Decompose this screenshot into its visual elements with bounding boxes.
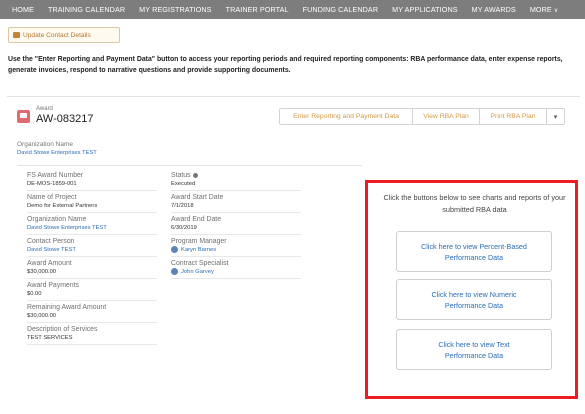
field-value: Executed (171, 181, 196, 187)
organization-link[interactable]: David Stowe Enterprises TEST (17, 149, 97, 158)
field-label: Description of Services (27, 326, 98, 333)
view-text-performance-button[interactable]: Click here to view Text Performance Data (396, 329, 552, 370)
field-value: DE-MOS-1859-001 (27, 181, 77, 187)
description-of-services-field: Description of Services TEST SERVICES (27, 325, 157, 345)
remaining-award-amount-field: Remaining Award Amount $30,000.00 (27, 303, 157, 323)
field-value: TEST SERVICES (27, 335, 73, 341)
rba-panel-description: Click the buttons below to see charts an… (383, 193, 566, 214)
view-numeric-performance-button[interactable]: Click here to view Numeric Performance D… (396, 279, 552, 320)
organization-label: Organization Name (17, 141, 73, 148)
award-details-section: FS Award Number DE-MOS-1859-001 Name of … (17, 165, 362, 414)
fs-award-number-field: FS Award Number DE-MOS-1859-001 (27, 171, 157, 191)
contract-specialist-field: Contract Specialist John Garvey (171, 259, 301, 280)
program-manager-link[interactable]: Karyn Barnes (181, 247, 216, 253)
instructions-text: Use the "Enter Reporting and Payment Dat… (8, 56, 563, 74)
contract-specialist-link[interactable]: John Garvey (181, 269, 214, 275)
rba-data-panel: Click the buttons below to see charts an… (365, 180, 578, 399)
avatar (171, 246, 178, 253)
update-contact-details-label: Update Contact Details (23, 31, 91, 39)
nav-more-menu[interactable]: MORE ∨ (530, 5, 558, 14)
top-nav-bar: HOME TRAINING CALENDAR MY REGISTRATIONS … (0, 0, 585, 19)
enter-reporting-button[interactable]: Enter Reporting and Payment Data (279, 108, 413, 125)
field-label: Remaining Award Amount (27, 304, 107, 311)
avatar (171, 268, 178, 275)
award-type-label: Award (36, 106, 53, 112)
nav-more-label: MORE (529, 5, 552, 14)
field-label: Award Start Date (171, 194, 224, 201)
program-manager-field: Program Manager Karyn Barnes (171, 237, 301, 258)
status-label-row: Status (171, 171, 301, 180)
more-actions-dropdown-icon[interactable]: ▾ (547, 108, 565, 125)
award-payments-field: Award Payments $0.00 (27, 281, 157, 301)
field-label: FS Award Number (27, 172, 84, 179)
chevron-down-icon: ∨ (553, 8, 559, 14)
contact-person-link[interactable]: David Stowe TEST (27, 246, 157, 255)
organization-name-link[interactable]: David Stowe Enterprises TEST (27, 224, 157, 233)
update-contact-details-button[interactable]: Update Contact Details (8, 27, 120, 43)
field-label: Organization Name (27, 216, 87, 223)
award-action-buttons: Enter Reporting and Payment Data View RB… (279, 108, 565, 125)
nav-my-registrations[interactable]: MY REGISTRATIONS (139, 5, 211, 14)
award-number: AW-083217 (36, 113, 94, 125)
field-label: Program Manager (171, 238, 227, 245)
field-label: Name of Project (27, 194, 77, 201)
name-of-project-field: Name of Project Demo for External Partne… (27, 193, 157, 213)
field-value: 6/30/2019 (171, 225, 197, 231)
award-start-date-field: Award Start Date 7/1/2018 (171, 193, 301, 213)
contact-person-field: Contact Person David Stowe TEST (27, 237, 157, 257)
contract-specialist-row: John Garvey (171, 268, 301, 277)
program-manager-row: Karyn Barnes (171, 246, 301, 255)
field-label: Contact Person (27, 238, 75, 245)
field-label: Award Amount (27, 260, 72, 267)
status-field: Status Executed (171, 171, 301, 191)
field-value: $30,000.00 (27, 269, 57, 275)
field-value: $30,000.00 (27, 313, 57, 319)
view-rba-plan-button[interactable]: View RBA Plan (413, 108, 480, 125)
award-header: Award AW-083217 Enter Reporting and Paym… (7, 96, 580, 136)
field-value: $0.00 (27, 291, 42, 297)
nav-home[interactable]: HOME (12, 5, 34, 14)
award-amount-field: Award Amount $30,000.00 (27, 259, 157, 279)
nav-trainer-portal[interactable]: TRAINER PORTAL (226, 5, 289, 14)
nav-training-calendar[interactable]: TRAINING CALENDAR (48, 5, 125, 14)
print-rba-plan-button[interactable]: Print RBA Plan (480, 108, 547, 125)
field-label: Status (171, 172, 191, 179)
field-value: Demo for External Partners (27, 203, 98, 209)
award-end-date-field: Award End Date 6/30/2019 (171, 215, 301, 235)
nav-my-applications[interactable]: MY APPLICATIONS (392, 5, 458, 14)
nav-my-awards[interactable]: MY AWARDS (472, 5, 516, 14)
field-value: 7/1/2018 (171, 203, 194, 209)
organization-name-field: Organization Name David Stowe Enterprise… (27, 215, 157, 235)
contact-card-icon (13, 32, 20, 38)
view-percent-based-performance-button[interactable]: Click here to view Percent-Based Perform… (396, 231, 552, 272)
info-icon[interactable] (192, 172, 198, 178)
field-label: Award End Date (171, 216, 222, 223)
award-icon (17, 110, 30, 123)
organization-block: Organization Name David Stowe Enterprise… (17, 140, 97, 158)
field-label: Award Payments (27, 282, 79, 289)
nav-funding-calendar[interactable]: FUNDING CALENDAR (303, 5, 378, 14)
field-label: Contract Specialist (171, 260, 229, 267)
